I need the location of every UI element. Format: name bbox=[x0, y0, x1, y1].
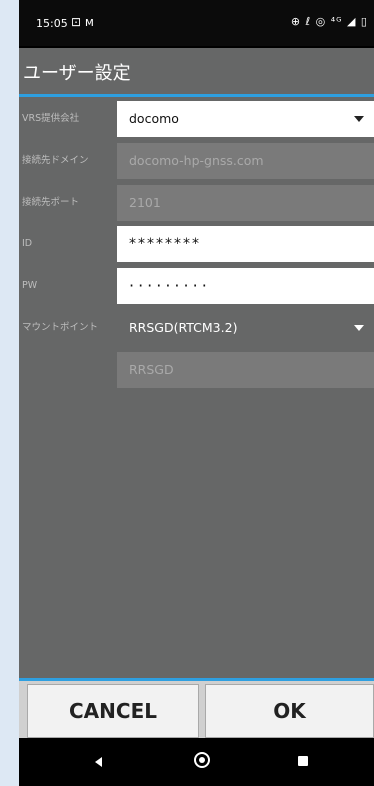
row-vrs-provider: VRS提供会社 docomo bbox=[19, 101, 374, 137]
mount-point-detail-field[interactable]: RRSGD bbox=[117, 352, 374, 388]
notification-icons: ⊡ ᴍ bbox=[71, 15, 94, 29]
dialog-button-bar: CANCEL OK bbox=[19, 678, 374, 741]
row-domain: 接続先ドメイン docomo-hp-gnss.com bbox=[19, 143, 374, 179]
port-label: 接続先ポート bbox=[22, 197, 80, 208]
cancel-button[interactable]: CANCEL bbox=[27, 684, 199, 738]
vrs-provider-select[interactable]: docomo bbox=[117, 101, 374, 137]
status-time: 15:05 bbox=[36, 17, 68, 30]
row-port: 接続先ポート 2101 bbox=[19, 185, 374, 221]
ok-button[interactable]: OK bbox=[205, 684, 374, 738]
id-label: ID bbox=[22, 238, 33, 249]
domain-field[interactable]: docomo-hp-gnss.com bbox=[117, 143, 374, 179]
mount-point-select[interactable]: RRSGD(RTCM3.2) bbox=[117, 310, 374, 346]
domain-label: 接続先ドメイン bbox=[22, 155, 89, 166]
row-password: PW ········· bbox=[19, 268, 374, 304]
navigation-bar bbox=[19, 738, 374, 786]
back-icon[interactable] bbox=[95, 757, 102, 767]
vrs-provider-value: docomo bbox=[129, 111, 179, 126]
dropdown-arrow-icon bbox=[354, 116, 364, 122]
row-mount-point: マウントポイント RRSGD(RTCM3.2) bbox=[19, 310, 374, 346]
dialog-title-bar: ユーザー設定 bbox=[19, 48, 374, 97]
row-id: ID ******** bbox=[19, 226, 374, 262]
row-mount-point-detail: RRSGD bbox=[19, 352, 374, 388]
password-label: PW bbox=[22, 280, 38, 291]
phone-screen: 15:05 ⊡ ᴍ ⊕ ℓ ◎ ⁴ᴳ ◢ ▯ ユーザー設定 VRS提供会社 do… bbox=[19, 0, 374, 786]
dropdown-arrow-icon bbox=[354, 325, 364, 331]
vrs-provider-label: VRS提供会社 bbox=[22, 113, 80, 124]
dialog-title: ユーザー設定 bbox=[23, 63, 131, 84]
mount-point-value: RRSGD(RTCM3.2) bbox=[129, 320, 238, 335]
password-field[interactable]: ········· bbox=[117, 268, 374, 304]
mount-point-label: マウントポイント bbox=[22, 322, 99, 333]
id-field[interactable]: ******** bbox=[117, 226, 374, 262]
port-field[interactable]: 2101 bbox=[117, 185, 374, 221]
user-settings-dialog: ユーザー設定 VRS提供会社 docomo 接続先ドメイン docomo-hp-… bbox=[19, 48, 374, 741]
home-icon[interactable] bbox=[194, 752, 210, 768]
status-bar: 15:05 ⊡ ᴍ ⊕ ℓ ◎ ⁴ᴳ ◢ ▯ bbox=[19, 0, 374, 46]
recent-apps-icon[interactable] bbox=[298, 756, 308, 766]
system-status-icons: ⊕ ℓ ◎ ⁴ᴳ ◢ ▯ bbox=[290, 15, 368, 28]
